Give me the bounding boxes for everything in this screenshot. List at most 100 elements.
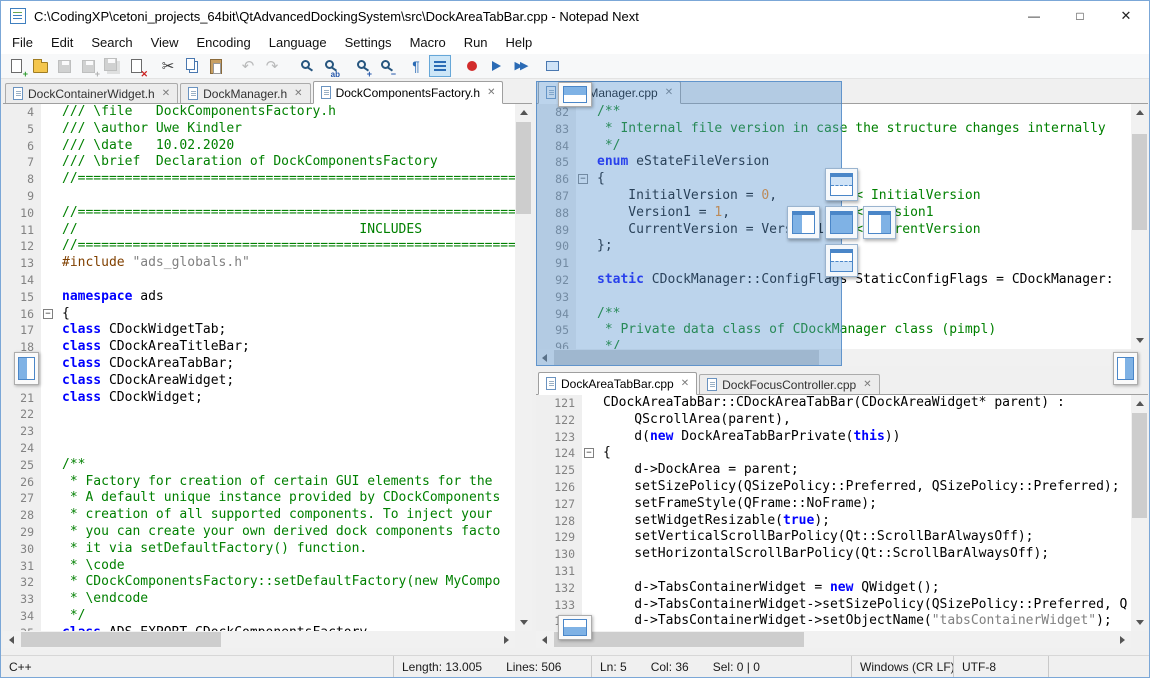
- code-text[interactable]: setWidgetResizable(true);: [598, 513, 1131, 530]
- status-language[interactable]: C++: [1, 656, 393, 677]
- tab-close-icon[interactable]: ✕: [487, 87, 495, 98]
- menu-file[interactable]: File: [3, 32, 42, 53]
- line-number[interactable]: 125: [536, 462, 582, 479]
- menu-macro[interactable]: Macro: [401, 32, 455, 53]
- code-text[interactable]: class CDockAreaWidget;: [57, 373, 515, 390]
- line-number[interactable]: 9: [3, 188, 41, 205]
- menu-run[interactable]: Run: [455, 32, 497, 53]
- scroll-left-button[interactable]: [3, 631, 20, 648]
- scroll-up-button[interactable]: [1131, 395, 1148, 412]
- line-number[interactable]: 5: [3, 121, 41, 138]
- line-number[interactable]: 33: [3, 591, 41, 608]
- drop-indicator-left-edge[interactable]: [14, 352, 39, 385]
- drop-indicator-area-top[interactable]: [825, 168, 858, 201]
- line-number[interactable]: 122: [536, 412, 582, 429]
- line-number[interactable]: 131: [536, 563, 582, 580]
- line-number[interactable]: 10: [3, 205, 41, 222]
- code-text[interactable]: //======================================…: [57, 238, 515, 255]
- code-text[interactable]: /// \brief Declaration of DockComponents…: [57, 154, 515, 171]
- scroll-up-button[interactable]: [1131, 104, 1148, 121]
- menu-settings[interactable]: Settings: [336, 32, 401, 53]
- line-number[interactable]: 13: [3, 255, 41, 272]
- copy-button[interactable]: [181, 55, 203, 77]
- line-number[interactable]: 126: [536, 479, 582, 496]
- line-number[interactable]: 32: [3, 574, 41, 591]
- paste-button[interactable]: [205, 55, 227, 77]
- menu-search[interactable]: Search: [82, 32, 141, 53]
- tab-dockmanager-h[interactable]: DockManager.h✕: [180, 83, 310, 103]
- code-text[interactable]: * \code: [57, 558, 515, 575]
- open-file-button[interactable]: [29, 55, 51, 77]
- code-text[interactable]: // INCLUDES: [57, 222, 515, 239]
- status-document-size[interactable]: Length: 13.005 Lines: 506: [393, 656, 591, 677]
- save-file-button[interactable]: [53, 55, 75, 77]
- line-number[interactable]: 16: [3, 306, 41, 323]
- horizontal-scrollbar-thumb[interactable]: [21, 632, 221, 647]
- code-text[interactable]: * it via setDefaultFactory() function.: [57, 541, 515, 558]
- fold-collapse-icon[interactable]: −: [43, 309, 53, 319]
- code-text[interactable]: * Factory for creation of certain GUI el…: [57, 474, 515, 491]
- line-number[interactable]: 11: [3, 222, 41, 239]
- code-text[interactable]: d(new DockAreaTabBarPrivate(this)): [598, 429, 1131, 446]
- line-number[interactable]: 24: [3, 440, 41, 457]
- horizontal-scrollbar[interactable]: [536, 631, 1131, 648]
- drop-indicator-area-bottom[interactable]: [825, 244, 858, 277]
- scroll-left-button[interactable]: [536, 631, 553, 648]
- status-encoding[interactable]: UTF-8: [953, 656, 1048, 677]
- code-text[interactable]: CDockAreaTabBar::CDockAreaTabBar(CDockAr…: [598, 395, 1131, 412]
- code-text[interactable]: * creation of all supported components. …: [57, 507, 515, 524]
- code-text[interactable]: d->TabsContainerWidget->setSizePolicy(QS…: [598, 597, 1131, 614]
- replace-button[interactable]: ab: [317, 55, 339, 77]
- vertical-scrollbar[interactable]: [1131, 395, 1148, 631]
- scroll-right-button[interactable]: [498, 631, 515, 648]
- drop-indicator-bottom-edge[interactable]: [558, 615, 592, 640]
- vertical-scrollbar-thumb[interactable]: [1132, 134, 1147, 230]
- line-number[interactable]: 29: [3, 524, 41, 541]
- close-file-button[interactable]: ✕: [125, 55, 147, 77]
- line-number[interactable]: 34: [3, 608, 41, 625]
- code-text[interactable]: [57, 272, 515, 289]
- zoom-in-button[interactable]: +: [349, 55, 371, 77]
- line-number[interactable]: 6: [3, 138, 41, 155]
- new-file-button[interactable]: +: [5, 55, 27, 77]
- zoom-out-button[interactable]: −: [373, 55, 395, 77]
- tab-close-icon[interactable]: ✕: [863, 379, 871, 390]
- code-text[interactable]: /// \file DockComponentsFactory.h: [57, 104, 515, 121]
- minimize-button[interactable]: —: [1011, 1, 1057, 31]
- line-number[interactable]: 130: [536, 546, 582, 563]
- line-number[interactable]: 133: [536, 597, 582, 614]
- line-number[interactable]: 129: [536, 529, 582, 546]
- tab-dockareatabbar-cpp[interactable]: DockAreaTabBar.cpp✕: [538, 372, 697, 395]
- save-copy-button[interactable]: +: [77, 55, 99, 77]
- line-number[interactable]: 127: [536, 496, 582, 513]
- vertical-scrollbar-thumb[interactable]: [516, 122, 531, 214]
- redo-button[interactable]: ↷: [261, 55, 283, 77]
- code-text[interactable]: class CDockAreaTabBar;: [57, 356, 515, 373]
- code-text[interactable]: /// \author Uwe Kindler: [57, 121, 515, 138]
- line-number[interactable]: 132: [536, 580, 582, 597]
- code-text[interactable]: QScrollArea(parent),: [598, 412, 1131, 429]
- run-macro-multiple-button[interactable]: ▶▶: [509, 55, 531, 77]
- code-text[interactable]: * \endcode: [57, 591, 515, 608]
- vertical-scrollbar[interactable]: [1131, 104, 1148, 349]
- code-text[interactable]: {: [598, 445, 1131, 462]
- status-eol-format[interactable]: Windows (CR LF): [851, 656, 953, 677]
- fold-collapse-icon[interactable]: −: [584, 448, 594, 458]
- scroll-down-button[interactable]: [1131, 614, 1148, 631]
- code-text[interactable]: //======================================…: [57, 171, 515, 188]
- scroll-right-button[interactable]: [1114, 631, 1131, 648]
- code-text[interactable]: d->TabsContainerWidget = new QWidget();: [598, 580, 1131, 597]
- save-all-button[interactable]: [101, 55, 123, 77]
- editor-dock-area-tab-bar[interactable]: 121CDockAreaTabBar::CDockAreaTabBar(CDoc…: [536, 395, 1131, 631]
- line-number[interactable]: 27: [3, 490, 41, 507]
- line-number[interactable]: 123: [536, 429, 582, 446]
- line-number[interactable]: 12: [3, 238, 41, 255]
- drop-indicator-top-edge[interactable]: [558, 82, 592, 107]
- word-wrap-button[interactable]: [429, 55, 451, 77]
- code-text[interactable]: class CDockWidget;: [57, 390, 515, 407]
- menu-language[interactable]: Language: [260, 32, 336, 53]
- code-text[interactable]: d->TabsContainerWidget->setObjectName("t…: [598, 613, 1131, 630]
- code-text[interactable]: {: [57, 306, 515, 323]
- code-text[interactable]: [57, 406, 515, 423]
- menu-help[interactable]: Help: [497, 32, 542, 53]
